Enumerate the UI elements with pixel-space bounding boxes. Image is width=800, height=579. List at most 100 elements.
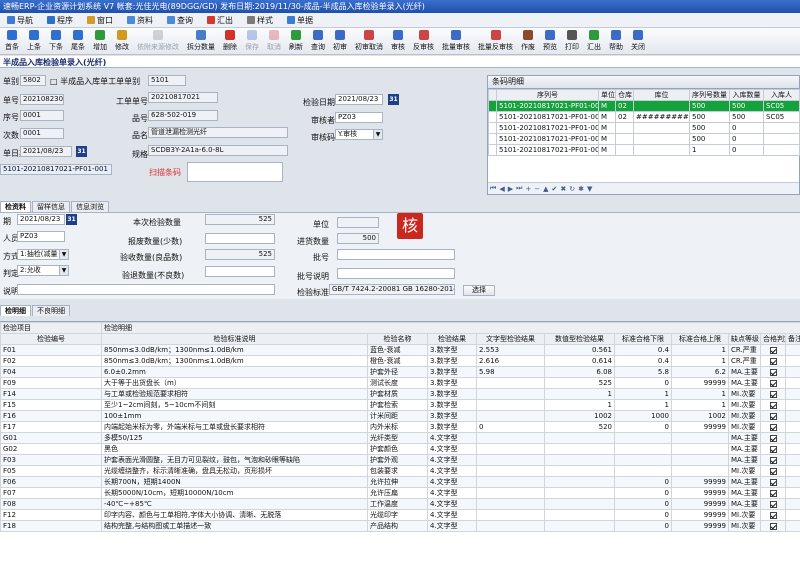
in-qty-field[interactable]: 500 [337,233,379,244]
table-row[interactable]: F04 6.0±0.2mm 护套外径 3.数字型 5.98 6.08 5.8 6.2 MA.主要 [0,366,800,378]
table-row[interactable]: G01 多模50/125 光纤类型 4.文字型 MA.主要 [0,432,800,444]
toolbar-button-12[interactable]: 查询 [307,28,329,55]
unit-field[interactable] [337,217,379,228]
toolbar-button-4[interactable]: 增加 [89,28,111,55]
chevron-down-icon[interactable]: ▼ [373,130,382,139]
pass-checkbox[interactable] [769,467,777,475]
nav-button-icon[interactable]: ✱ [578,185,584,193]
toolbar-button-9[interactable]: 保存 [241,28,263,55]
barcode-col-header[interactable] [488,89,497,101]
menu-item-7[interactable]: 单据 [280,13,320,28]
grid-col-header[interactable]: 检验编号 [0,333,102,345]
toolbar-button-1[interactable]: 上条 [23,28,45,55]
check-date-field[interactable]: 2021/08/23 [335,94,383,105]
barcode-col-header[interactable]: 入库数量 [729,89,764,101]
nav-button-icon[interactable]: ✔ [552,185,558,193]
table-row[interactable]: F02 850nm≤3.0dB/km；1300nm≤1.0dB/km 橙色-衰减 3.… [0,355,800,367]
nav-button-icon[interactable]: − [534,185,540,193]
pass-checkbox[interactable] [769,368,777,376]
table-row[interactable]: F15 至少1~2cm间刻，5~10cm不间刻 护套检索 3.数字型 1 1 1 MI.次要 [0,399,800,411]
pass-checkbox[interactable] [769,357,777,365]
tab-tabs_mid-1[interactable]: 留样信息 [32,201,70,212]
calendar-icon-3[interactable]: 31 [66,214,77,225]
select-button[interactable]: 选择 [463,285,495,296]
wo-no-field[interactable]: 20210817021 [148,92,218,103]
grid-col-header[interactable]: 合格判定 [760,333,786,345]
batch-field[interactable] [337,249,455,260]
chevron-down-icon[interactable]: ▼ [59,250,68,259]
toolbar-button-13[interactable]: 初审 [329,28,351,55]
barcode-col-header[interactable]: 序列号数量 [689,89,730,101]
type-field[interactable]: 5802 [20,75,46,86]
grid-col-header[interactable]: 数值型检验结果 [544,333,615,345]
barcode-row[interactable]: 5101-20210817021-PF01-004 M 500 0 [488,133,800,145]
table-row[interactable]: G02 黑色 护套颜色 4.文字型 MA.主要 [0,443,800,455]
toolbar-button-11[interactable]: 刷新 [285,28,307,55]
toolbar-button-3[interactable]: 尾条 [67,28,89,55]
ok-qty-field[interactable]: 525 [205,249,275,260]
nav-button-icon[interactable]: + [525,185,531,193]
table-row[interactable]: F07 长期5000N/10cm，短期10000N/10cm 允许压扁 4.文字型 0 9… [0,487,800,499]
nav-button-icon[interactable]: ▶ [508,185,513,193]
menu-item-1[interactable]: 程序 [40,13,80,28]
toolbar-button-10[interactable]: 取消 [263,28,285,55]
toolbar-button-15[interactable]: 审核 [387,28,409,55]
count-field[interactable]: 0001 [20,128,64,139]
barcode-col-header[interactable]: 入库人 [763,89,800,101]
table-row[interactable]: F16 100±1mm 计米间距 3.数字型 1002 1000 1002 MI.次要 [0,410,800,422]
pass-checkbox[interactable] [769,390,777,398]
toolbar-button-6[interactable]: 依附来源修改 [133,28,183,55]
form-tab[interactable]: 半成品入库检验单录入(光纤) [0,56,800,68]
table-row[interactable]: F01 850nm≤3.0dB/km；1300nm≤1.0dB/km 蓝色-衰减 3.… [0,344,800,356]
pass-checkbox[interactable] [769,445,777,453]
calendar-icon[interactable]: 31 [388,94,399,105]
menu-item-6[interactable]: 样式 [240,13,280,28]
toolbar-button-17[interactable]: 批量审核 [438,28,474,55]
method-select[interactable]: 1:抽检(减量 ▼ [17,249,69,260]
part-name-field[interactable]: 管道泄漏检测光纤 [148,127,288,138]
tab-tabs_mid-0[interactable]: 检资料 [0,201,31,212]
toolbar-button-5[interactable]: 修改 [111,28,133,55]
order-no-field[interactable]: 20210823071 [20,94,64,105]
check-date2-field[interactable]: 2021/08/23 [17,214,65,225]
inspector-field[interactable]: PZ03 [335,112,383,123]
batch-desc-field[interactable] [337,268,455,279]
pass-checkbox[interactable] [769,401,777,409]
menu-item-3[interactable]: 资料 [120,13,160,28]
pass-checkbox[interactable] [769,423,777,431]
pass-checkbox[interactable] [769,456,777,464]
doc-date-field[interactable]: 2021/08/23 [20,146,72,157]
toolbar-button-21[interactable]: 打印 [561,28,583,55]
grid-col-header[interactable]: 缺点等级 [728,333,761,345]
toolbar-button-23[interactable]: 帮助 [605,28,627,55]
nav-button-icon[interactable]: ◀ [499,185,504,193]
barcode-col-header[interactable]: 序列号 [496,89,599,101]
toolbar-button-7[interactable]: 拆分数量 [183,28,219,55]
menu-item-2[interactable]: 窗口 [80,13,120,28]
table-row[interactable]: F17 内端起始米标为零，外端米标与工单或盘长要求相符 内外米标 3.数字型 0 520 0… [0,421,800,433]
check-qty-field[interactable]: 525 [205,214,275,225]
table-row[interactable]: F03 护套表面光滑圆整，无目力可见裂纹，鼓包，气泡和砂眼等缺陷 护套外观 4.文字型… [0,454,800,466]
barcode-value-field[interactable]: 5101-20210817021-PF01-001 [0,164,112,175]
std-field[interactable]: GB/T 7424.2-20081 GB 16280-2014 [329,284,455,295]
scan-barcode-input[interactable] [187,162,283,182]
nav-button-icon[interactable]: ✖ [560,185,566,193]
pass-checkbox[interactable] [769,346,777,354]
grid-col-header[interactable]: 标准合格下限 [614,333,672,345]
tab-tabs_bottom-0[interactable]: 检明细 [0,305,31,316]
approve-code-select[interactable]: Y.审核 ▼ [335,129,383,140]
menu-item-4[interactable]: 查询 [160,13,200,28]
chevron-down-icon[interactable]: ▼ [59,266,68,275]
scrap-qty-field[interactable] [205,233,275,244]
toolbar-button-24[interactable]: 关闭 [627,28,649,55]
grid-col-header[interactable]: 标准合格上限 [671,333,729,345]
menu-item-5[interactable]: 汇出 [200,13,240,28]
pass-checkbox[interactable] [769,379,777,387]
table-row[interactable]: F14 与工单或检验规范要求相符 护套材质 3.数字型 1 1 1 MI.次要 [0,388,800,400]
table-row[interactable]: F09 大于等于出货盘长（m） 测试长度 3.数字型 525 0 99999 MA.主要 [0,377,800,389]
barcode-row[interactable]: 5101-20210817021-PF01-003 M 500 0 [488,122,800,134]
table-row[interactable]: F08 -40℃~+85℃ 工作温度 4.文字型 0 99999 MA.主要 [0,498,800,510]
calendar-icon-2[interactable]: 31 [76,146,87,157]
person-field[interactable]: PZ03 [17,231,65,242]
nav-button-icon[interactable]: ↻ [569,185,575,193]
